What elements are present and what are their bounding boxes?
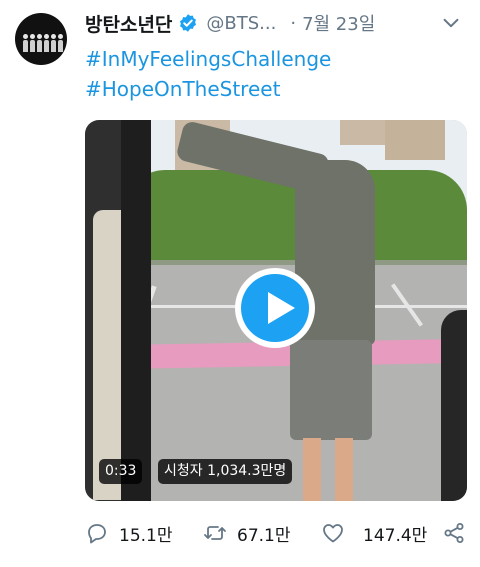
like-icon bbox=[323, 524, 343, 543]
like-count: 147.4만 bbox=[363, 525, 428, 546]
handle[interactable]: @BTS... bbox=[206, 13, 276, 34]
separator-dot: · bbox=[290, 12, 297, 34]
hashtag-link[interactable]: #InMyFeelingsChallenge bbox=[85, 47, 331, 71]
video-view-count: 시청자 1,034.3만명 bbox=[158, 459, 293, 484]
display-name[interactable]: 방탄소년단 bbox=[85, 10, 172, 37]
reply-count: 15.1만 bbox=[119, 525, 173, 546]
like-button[interactable]: 147.4만 bbox=[321, 518, 427, 548]
tweet-header: 방탄소년단 @BTS... · 7월 23일 bbox=[85, 8, 462, 38]
retweet-count: 67.1만 bbox=[237, 525, 291, 546]
retweet-button[interactable]: 67.1만 bbox=[203, 518, 291, 548]
reply-button[interactable]: 15.1만 bbox=[85, 518, 173, 548]
play-icon bbox=[241, 274, 309, 342]
tweet-actions: 15.1만 67.1만 147.4만 bbox=[85, 518, 470, 548]
share-button[interactable] bbox=[442, 518, 466, 548]
tweet-card: 방탄소년단 @BTS... · 7월 23일 #InMyFeelingsChal… bbox=[0, 0, 480, 567]
chevron-down-icon[interactable] bbox=[440, 12, 462, 34]
video-duration: 0:33 bbox=[99, 459, 143, 484]
share-icon bbox=[444, 523, 464, 543]
verified-badge-icon bbox=[180, 14, 197, 32]
video-player[interactable]: 0:33 시청자 1,034.3만명 bbox=[85, 120, 467, 501]
hashtag-link[interactable]: #HopeOnTheStreet bbox=[85, 77, 280, 101]
avatar[interactable] bbox=[15, 13, 67, 65]
tweet-date[interactable]: 7월 23일 bbox=[302, 10, 375, 36]
reply-icon bbox=[88, 524, 106, 544]
retweet-icon bbox=[204, 526, 226, 540]
play-button[interactable] bbox=[235, 268, 315, 348]
